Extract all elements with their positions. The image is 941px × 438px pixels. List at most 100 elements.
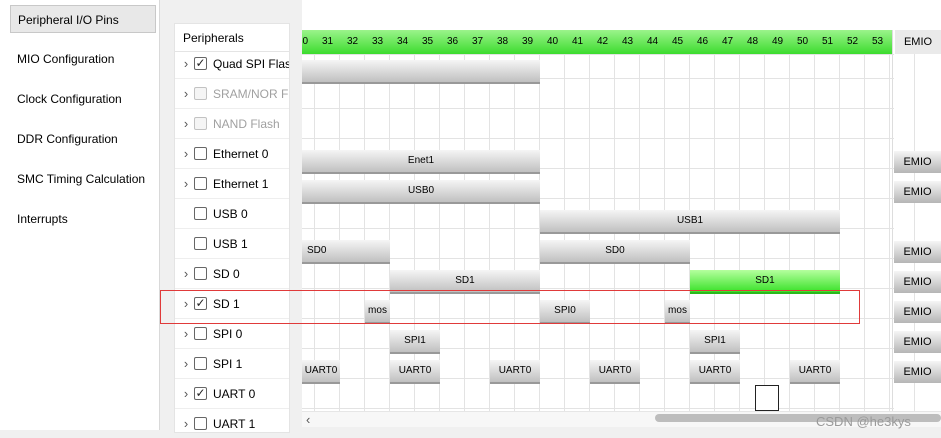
pin-assignment-bar[interactable]: SD1 <box>390 270 540 294</box>
chevron-right-icon[interactable]: › <box>181 57 191 70</box>
pin-number: 48 <box>746 36 759 47</box>
emio-button[interactable]: EMIO <box>894 331 941 353</box>
emio-button[interactable]: EMIO <box>894 271 941 293</box>
scroll-left-icon[interactable]: ‹ <box>306 412 310 427</box>
pin-number: 39 <box>521 36 534 47</box>
peripheral-label: Quad SPI Flash <box>213 57 290 71</box>
pin-assignment-bar[interactable]: mos <box>665 300 690 324</box>
peripheral-row[interactable]: › Ethernet 0 <box>175 139 289 169</box>
peripheral-checkbox[interactable] <box>194 147 207 160</box>
emio-button[interactable]: EMIO <box>894 151 941 173</box>
peripheral-row[interactable]: USB 1 <box>175 229 289 259</box>
pin-number: 40 <box>546 36 559 47</box>
peripheral-label: SPI 1 <box>213 357 243 371</box>
grid-line <box>302 54 894 55</box>
peripheral-row[interactable]: › ✓ SD 1 <box>175 289 289 319</box>
pin-assignment-bar[interactable] <box>302 60 540 84</box>
pin-assignment-bar[interactable]: USB0 <box>302 180 540 204</box>
pin-assignment-bar[interactable]: SD1 <box>690 270 840 294</box>
pin-assignment-bar[interactable]: SD0 <box>540 240 690 264</box>
nav-item[interactable]: DDR Configuration <box>10 125 156 153</box>
pin-assignment-bar[interactable]: UART0 <box>302 360 340 384</box>
pin-number: 50 <box>796 36 809 47</box>
peripheral-checkbox[interactable] <box>194 417 207 430</box>
chevron-right-icon[interactable]: › <box>181 417 191 430</box>
pin-number: 51 <box>821 36 834 47</box>
chevron-right-icon[interactable]: › <box>181 357 191 370</box>
pin-assignment-bar[interactable]: mos <box>365 300 390 324</box>
pin-number: 44 <box>646 36 659 47</box>
peripheral-row[interactable]: › ✓ UART 0 <box>175 379 289 409</box>
pin-assignment-bar[interactable]: SD0 <box>302 240 390 264</box>
chevron-right-icon[interactable]: › <box>181 387 191 400</box>
peripheral-row[interactable]: › SD 0 <box>175 259 289 289</box>
pin-number: 35 <box>421 36 434 47</box>
peripheral-row[interactable]: › SPI 1 <box>175 349 289 379</box>
chevron-right-icon[interactable]: › <box>181 177 191 190</box>
peripheral-label: NAND Flash <box>213 117 280 131</box>
pin-number: 49 <box>771 36 784 47</box>
peripheral-checkbox[interactable] <box>194 327 207 340</box>
peripheral-label: Ethernet 0 <box>213 147 269 161</box>
peripheral-checkbox[interactable]: ✓ <box>194 57 207 70</box>
peripheral-row[interactable]: › Ethernet 1 <box>175 169 289 199</box>
chevron-right-icon[interactable]: › <box>181 327 191 340</box>
chevron-right-icon[interactable]: › <box>181 297 191 310</box>
nav-item[interactable]: SMC Timing Calculation <box>10 165 156 193</box>
peripheral-checkbox[interactable] <box>194 357 207 370</box>
pin-number: 38 <box>496 36 509 47</box>
chevron-right-icon[interactable]: › <box>181 87 191 100</box>
peripheral-label: SPI 0 <box>213 327 243 341</box>
pin-number: 46 <box>696 36 709 47</box>
emio-button[interactable]: EMIO <box>894 361 941 383</box>
peripheral-checkbox[interactable]: ✓ <box>194 387 207 400</box>
peripheral-label: SD 1 <box>213 297 240 311</box>
pin-number: 37 <box>471 36 484 47</box>
peripheral-checkbox[interactable] <box>194 177 207 190</box>
pin-number: 32 <box>346 36 359 47</box>
nav-item[interactable]: Peripheral I/O Pins <box>10 5 156 33</box>
pin-number: 31 <box>321 36 334 47</box>
pin-assignment-bar[interactable]: SPI1 <box>390 330 440 354</box>
nav-item[interactable]: MIO Configuration <box>10 45 156 73</box>
peripheral-label: SRAM/NOR Flash <box>213 87 290 101</box>
peripheral-row[interactable]: › UART 1 <box>175 409 289 432</box>
peripheral-checkbox[interactable] <box>194 207 207 220</box>
selected-cell[interactable] <box>755 385 779 411</box>
emio-button[interactable]: EMIO <box>894 181 941 203</box>
peripheral-label: Ethernet 1 <box>213 177 269 191</box>
chevron-right-icon[interactable]: › <box>181 147 191 160</box>
pin-assignment-bar[interactable]: UART0 <box>590 360 640 384</box>
pin-number: 36 <box>446 36 459 47</box>
peripheral-checkbox[interactable] <box>194 267 207 280</box>
nav-item[interactable]: Interrupts <box>10 205 156 233</box>
peripheral-row[interactable]: › NAND Flash <box>175 109 289 139</box>
peripheral-checkbox[interactable] <box>194 237 207 250</box>
chevron-right-icon[interactable]: › <box>181 117 191 130</box>
peripheral-checkbox <box>194 87 207 100</box>
peripheral-row[interactable]: › ✓ Quad SPI Flash <box>175 49 290 79</box>
peripheral-row[interactable]: › SRAM/NOR Flash <box>175 79 290 109</box>
pin-assignment-bar[interactable]: Enet1 <box>302 150 540 174</box>
nav-item[interactable]: Clock Configuration <box>10 85 156 113</box>
pin-number: 45 <box>671 36 684 47</box>
pin-number: 43 <box>621 36 634 47</box>
navigation-panel: Peripheral I/O Pins MIO Configuration Cloc… <box>0 0 160 430</box>
pin-number: 52 <box>846 36 859 47</box>
pin-assignment-bar[interactable]: SPI1 <box>690 330 740 354</box>
peripheral-checkbox[interactable]: ✓ <box>194 297 207 310</box>
emio-button[interactable]: EMIO <box>894 301 941 323</box>
chevron-right-icon[interactable]: › <box>181 267 191 280</box>
pin-assignment-bar[interactable]: SPI0 <box>540 300 590 324</box>
peripheral-label: SD 0 <box>213 267 240 281</box>
peripheral-row[interactable]: USB 0 <box>175 199 289 229</box>
pin-assignment-bar[interactable]: USB1 <box>540 210 840 234</box>
pin-assignment-bar[interactable]: UART0 <box>790 360 840 384</box>
pin-assignment-bar[interactable]: UART0 <box>690 360 740 384</box>
grid-line <box>302 318 894 319</box>
pin-assignment-bar[interactable]: UART0 <box>390 360 440 384</box>
pin-assignment-bar[interactable]: UART0 <box>490 360 540 384</box>
emio-button[interactable]: EMIO <box>894 241 941 263</box>
peripheral-row[interactable]: › SPI 0 <box>175 319 289 349</box>
watermark-credit: CSDN @he3kys <box>816 414 911 429</box>
